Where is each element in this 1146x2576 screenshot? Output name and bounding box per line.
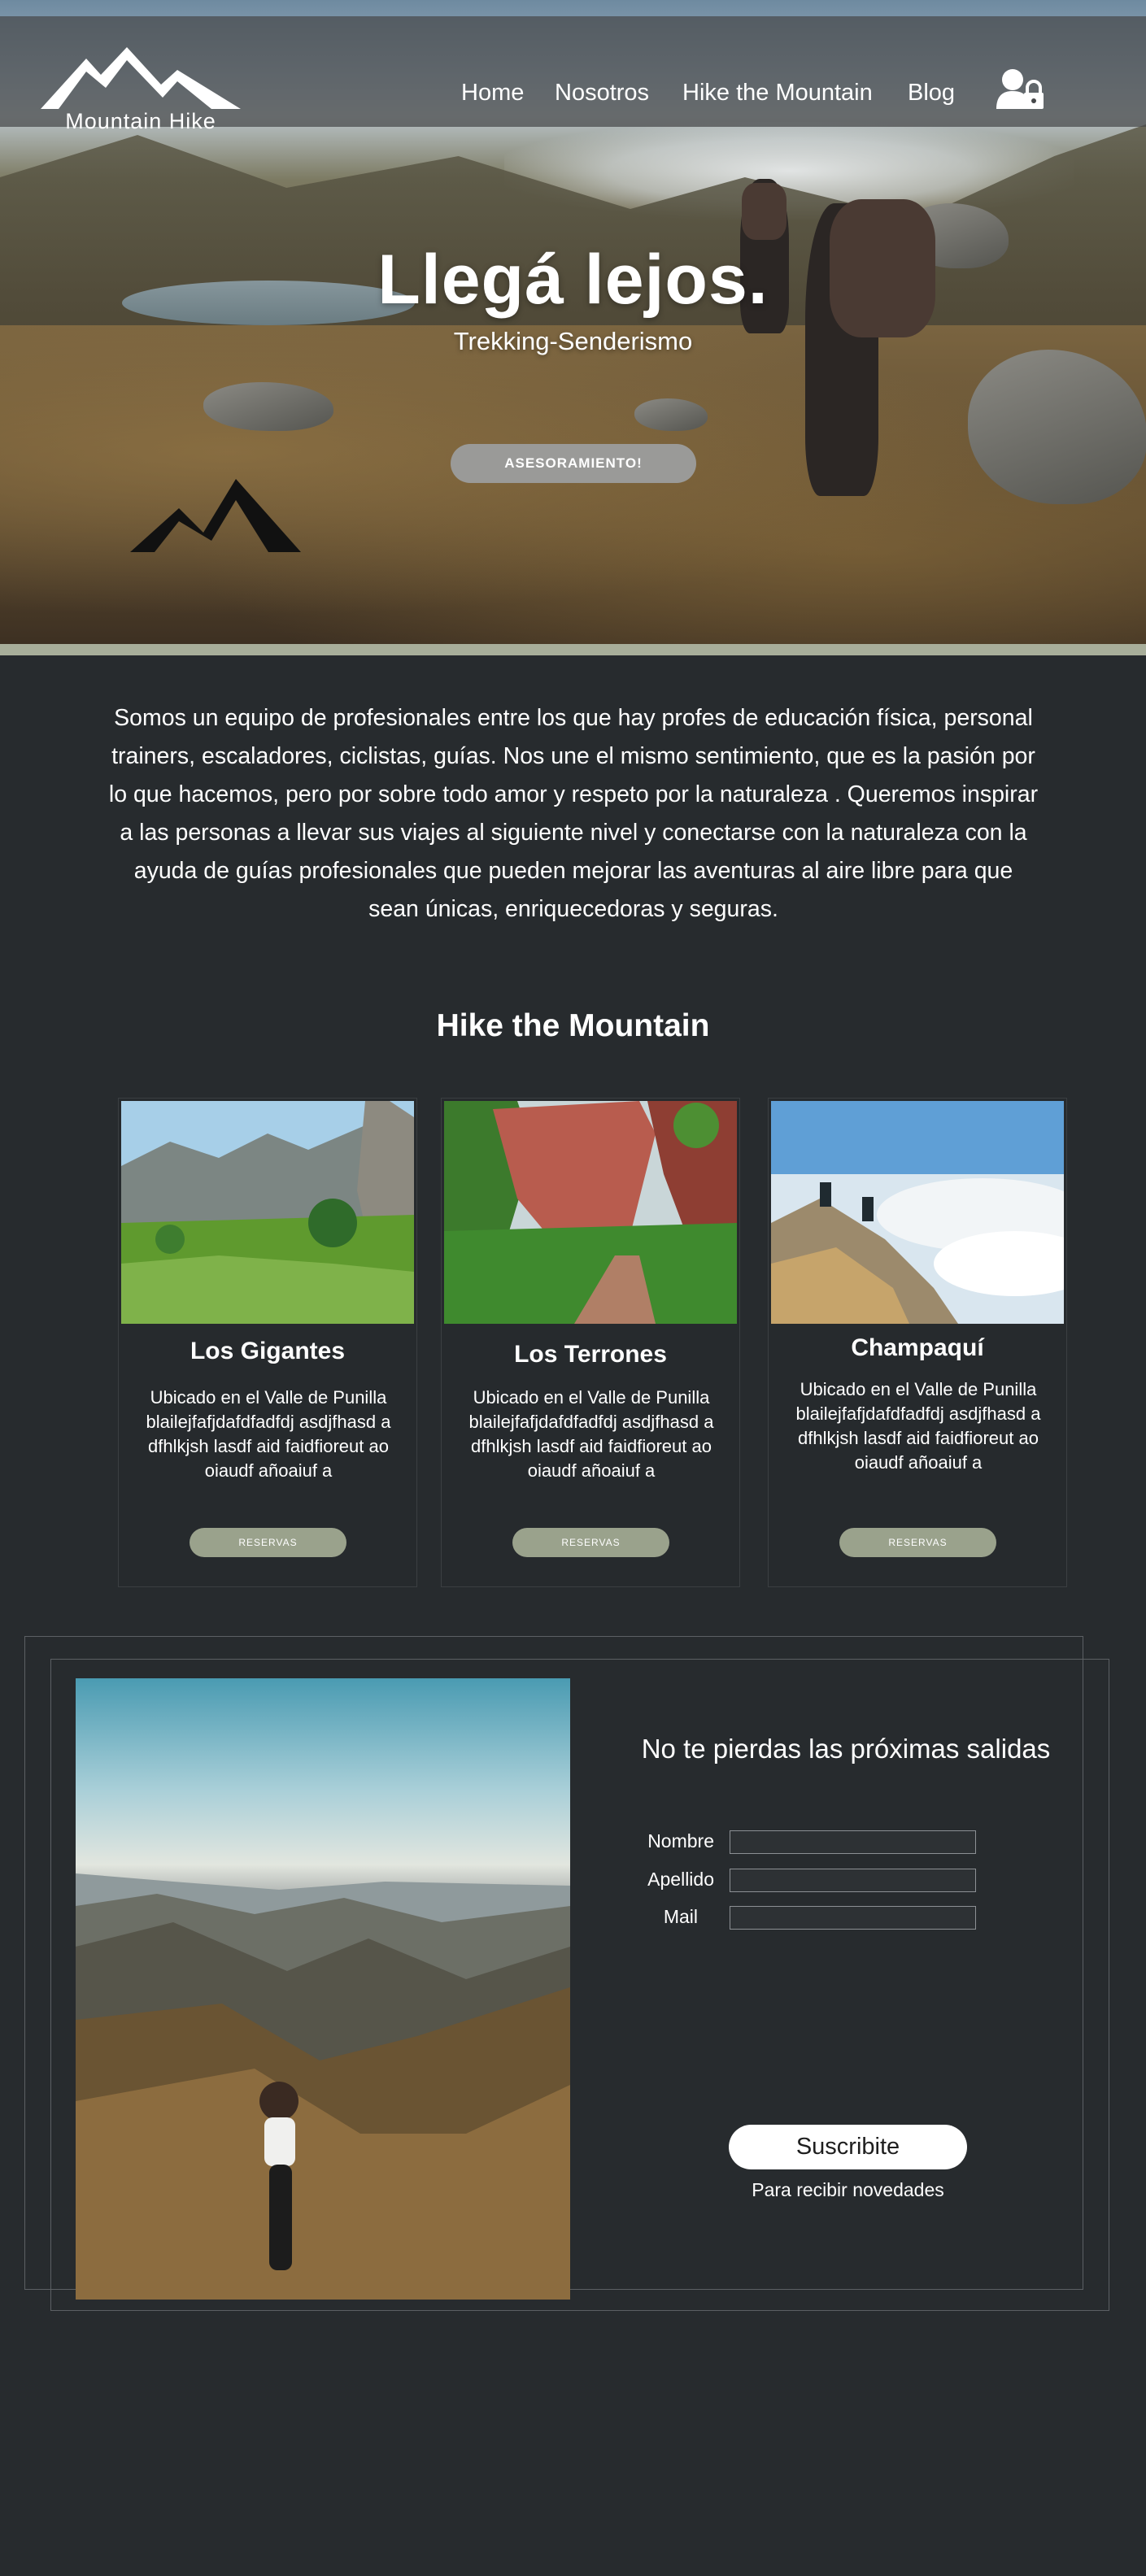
subscribe-photo: [76, 1678, 570, 2300]
card-photo: [121, 1101, 414, 1324]
section-title: Hike the Mountain: [436, 1008, 710, 1043]
navbar: Mountain Hike Home Nosotros Hike the Mou…: [0, 16, 1146, 133]
site-logo[interactable]: Mountain Hike: [31, 33, 251, 133]
apellido-field[interactable]: [730, 1869, 976, 1892]
hero-subtitle: Trekking-Senderismo: [453, 327, 693, 355]
reservas-button[interactable]: RESERVAS: [839, 1528, 996, 1557]
card-photo: [771, 1101, 1064, 1324]
asesoramiento-button[interactable]: ASESORAMIENTO!: [451, 444, 696, 483]
subscribe-note: Para recibir novedades: [752, 2179, 944, 2200]
reservas-button[interactable]: RESERVAS: [512, 1528, 669, 1557]
logo-text: Mountain Hike: [65, 109, 216, 133]
mail-label: Mail: [663, 1906, 698, 1927]
hero-hiker-back-pack: [742, 183, 787, 240]
nombre-field[interactable]: [730, 1830, 976, 1854]
card-los-terrones: Los Terrones Ubicado en el Valle de Puni…: [441, 1098, 740, 1587]
nav-nosotros[interactable]: Nosotros: [555, 80, 649, 107]
user-lock-icon[interactable]: [996, 68, 1045, 111]
mountain-icon: [130, 479, 301, 552]
nav-blog[interactable]: Blog: [908, 80, 955, 107]
hero-divider-band: [0, 644, 1146, 655]
apellido-label: Apellido: [647, 1869, 714, 1890]
mail-field[interactable]: [730, 1906, 976, 1930]
nav-hike-the-mountain[interactable]: Hike the Mountain: [682, 80, 873, 107]
nav-home[interactable]: Home: [461, 80, 524, 107]
card-description: Ubicado en el Valle de Punilla blailejfa…: [468, 1387, 714, 1481]
subscribe-title: No te pierdas las próximas salidas: [641, 1734, 1051, 1764]
hero-rock: [634, 398, 708, 431]
card-los-gigantes: Los Gigantes Ubicado en el Valle de Puni…: [118, 1098, 417, 1587]
card-champaqui: Champaquí Ubicado en el Valle de Punilla…: [768, 1098, 1067, 1587]
hero-title: Llegá lejos.: [377, 241, 769, 319]
intro-text: Somos un equipo de profesionales entre l…: [108, 705, 1039, 922]
reservas-button[interactable]: RESERVAS: [190, 1528, 346, 1557]
mountain-logo-icon: [41, 47, 241, 109]
card-description: Ubicado en el Valle de Punilla blailejfa…: [146, 1387, 391, 1481]
card-description: Ubicado en el Valle de Punilla blailejfa…: [795, 1379, 1041, 1473]
nombre-label: Nombre: [647, 1830, 714, 1852]
card-title: Los Gigantes: [190, 1338, 346, 1364]
hero-section: Mountain Hike Home Nosotros Hike the Mou…: [0, 0, 1146, 644]
card-title: Champaquí: [851, 1334, 984, 1361]
suscribite-button[interactable]: Suscribite: [729, 2125, 967, 2169]
card-photo: [444, 1101, 737, 1324]
card-title: Los Terrones: [514, 1341, 667, 1368]
